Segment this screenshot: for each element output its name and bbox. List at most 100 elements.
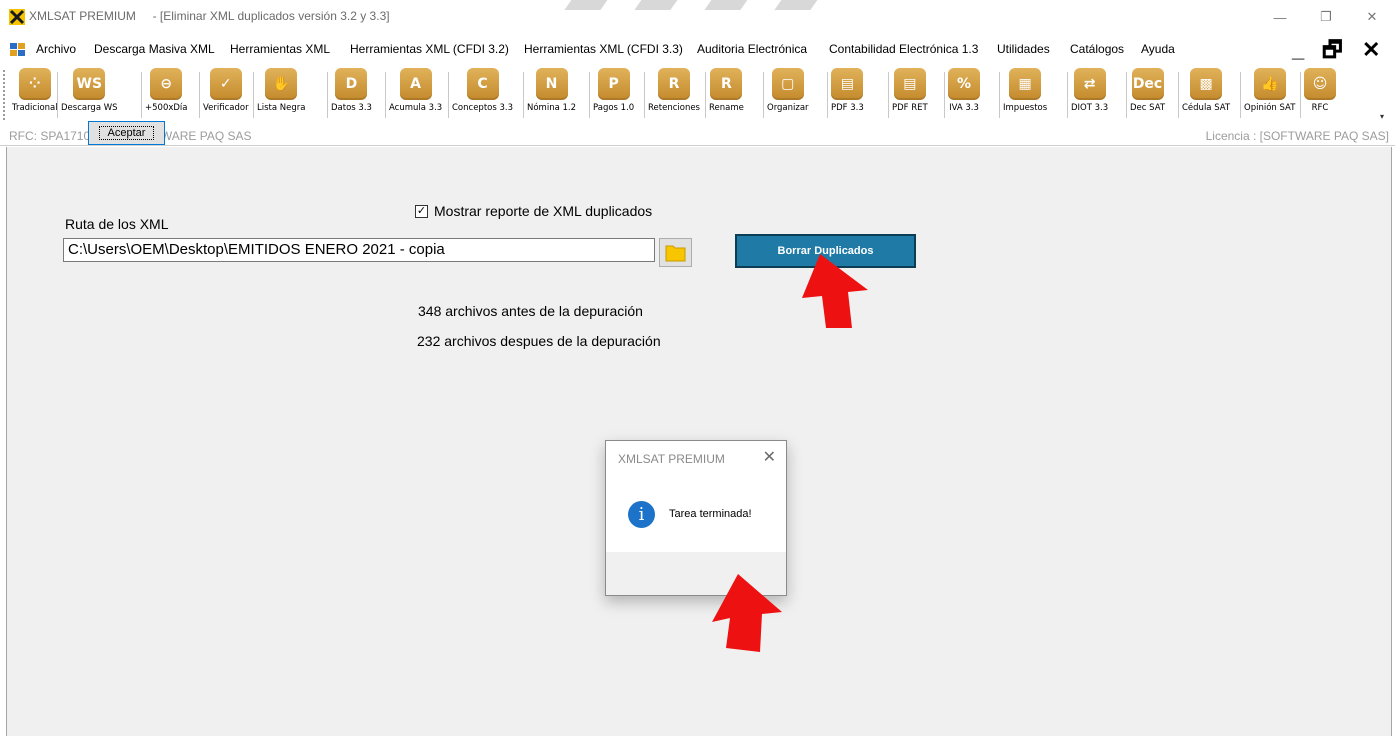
toolbar-separator [523, 72, 524, 118]
toolbar-button-lista-negra[interactable]: ✋ Lista Negra [257, 68, 305, 122]
toolbar-separator [1126, 72, 1127, 118]
toolbar-button-iva-3-3[interactable]: % IVA 3.3 [948, 68, 980, 122]
toolbar-button-label: Retenciones [648, 103, 700, 113]
toggle-icon: ⊖ [150, 68, 183, 100]
toolbar-separator [448, 72, 449, 118]
license-text: Licencia : [SOFTWARE PAQ SAS] [1205, 129, 1389, 143]
check-icon: ✓ [209, 68, 242, 100]
menu-catalogos[interactable]: Catálogos [1070, 42, 1124, 56]
dialog-ok-button[interactable]: Aceptar [88, 121, 165, 145]
toolbar-separator [141, 72, 142, 118]
toolbar-button-dec-sat[interactable]: Dec Dec SAT [1130, 68, 1165, 122]
toolbar-button-acumula-3-3[interactable]: A Acumula 3.3 [389, 68, 442, 122]
retenciones-icon: R [657, 68, 690, 100]
toolbar-overflow-icon[interactable]: ▾ [1380, 112, 1384, 121]
info-icon: i [628, 501, 655, 528]
toolbar-button-label: Acumula 3.3 [389, 103, 443, 113]
report-checkbox-label[interactable]: Mostrar reporte de XML duplicados [434, 203, 652, 219]
toolbar-separator [763, 72, 764, 118]
toolbar-button-organizar[interactable]: ▢ Organizar [767, 68, 809, 122]
thumbs-up-icon: 👍 [1253, 68, 1286, 100]
handshake-icon: ⇄ [1073, 68, 1106, 100]
toolbar-button-label: +500xDía [145, 103, 188, 113]
menu-archivo[interactable]: Archivo [36, 42, 76, 56]
toolbar-button-label: Organizar [767, 103, 809, 113]
nomina-icon: N [535, 68, 568, 100]
pdf-icon: ▤ [831, 68, 864, 100]
toolbar-button-label: DIOT 3.3 [1071, 103, 1109, 113]
menu-contabilidad[interactable]: Contabilidad Electrónica 1.3 [829, 42, 978, 56]
toolbar-button-datos-3-3[interactable]: D Datos 3.3 [331, 68, 372, 122]
path-label: Ruta de los XML [65, 216, 169, 232]
toolbar-button-label: Rename [709, 103, 744, 113]
mdi-window-icon[interactable] [10, 43, 25, 56]
toolbar-separator [944, 72, 945, 118]
toolbar-separator [57, 72, 58, 118]
dialog-close-icon[interactable]: ✕ [763, 447, 776, 467]
browse-folder-button[interactable] [659, 238, 692, 267]
grid-icon: ⁘ [18, 68, 51, 100]
toolbar-button-tradicional[interactable]: ⁘ Tradicional [12, 68, 58, 122]
percent-icon: % [948, 68, 980, 100]
toolbar-separator [1300, 72, 1301, 118]
toolbar-separator [199, 72, 200, 118]
menu-descarga-masiva[interactable]: Descarga Masiva XML [94, 42, 215, 56]
annotation-arrow-icon [712, 574, 782, 652]
mdi-minimize-button[interactable]: _ [1292, 36, 1304, 64]
path-input[interactable]: C:\Users\OEM\Desktop\EMITIDOS ENERO 2021… [63, 238, 655, 262]
menu-herramientas-xml[interactable]: Herramientas XML [230, 42, 330, 56]
rfc-icon: ☺ [1304, 68, 1336, 100]
toolbar-button-opinión-sat[interactable]: 👍 Opinión SAT [1244, 68, 1295, 122]
menu-herramientas-cfdi33[interactable]: Herramientas XML (CFDI 3.3) [524, 42, 683, 56]
toolbar-button-cédula-sat[interactable]: ▩ Cédula SAT [1182, 68, 1230, 122]
menu-ayuda[interactable]: Ayuda [1141, 42, 1175, 56]
mdi-restore-button[interactable]: 🗗 [1322, 36, 1343, 64]
toolbar-button-label: IVA 3.3 [949, 103, 979, 113]
toolbar-button-retenciones[interactable]: R Retenciones [648, 68, 700, 122]
toolbar-button-nómina-1-2[interactable]: N Nómina 1.2 [527, 68, 576, 122]
toolbar-button-pagos-1-0[interactable]: P Pagos 1.0 [593, 68, 634, 122]
toolbar-separator [1240, 72, 1241, 118]
toolbar-button-label: PDF 3.3 [831, 103, 864, 113]
mdi-close-button[interactable]: ✕ [1362, 36, 1380, 64]
minimize-button[interactable]: — [1257, 0, 1303, 34]
toolbar-button-verificador[interactable]: ✓ Verificador [203, 68, 249, 122]
toolbar-grip[interactable] [3, 70, 6, 120]
toolbar-button-label: Impuestos [1003, 103, 1048, 113]
toolbar-button-pdf-ret[interactable]: ▤ PDF RET [892, 68, 928, 122]
dialog-message: Tarea terminada! [669, 508, 752, 520]
toolbar-button-label: Descarga WS [61, 103, 118, 113]
toolbar-button-descarga-ws[interactable]: WS Descarga WS [61, 68, 118, 122]
toolbar-separator [253, 72, 254, 118]
toolbar-button-conceptos-3-3[interactable]: C Conceptos 3.3 [452, 68, 513, 122]
decorative-stripes [560, 0, 830, 10]
toolbar-button-label: PDF RET [892, 103, 928, 113]
menu-herramientas-cfdi32[interactable]: Herramientas XML (CFDI 3.2) [350, 42, 509, 56]
toolbar-button--500xdía[interactable]: ⊖ +500xDía [145, 68, 188, 122]
close-button[interactable]: ✕ [1349, 0, 1395, 34]
restore-button[interactable]: ❐ [1303, 0, 1349, 34]
toolbar-button-label: Lista Negra [257, 103, 306, 113]
toolbar-button-diot-3-3[interactable]: ⇄ DIOT 3.3 [1071, 68, 1108, 122]
toolbar-button-rfc[interactable]: ☺ RFC [1304, 68, 1336, 122]
hand-icon: ✋ [265, 68, 298, 100]
toolbar-button-pdf-3-3[interactable]: ▤ PDF 3.3 [831, 68, 864, 122]
toolbar-button-rename[interactable]: R Rename [709, 68, 744, 122]
ws-icon: WS [73, 68, 106, 100]
folder-icon [665, 245, 686, 262]
toolbar-separator [385, 72, 386, 118]
toolbar-button-label: RFC [1311, 103, 1329, 113]
rename-icon: R [710, 68, 743, 100]
files-after-text: 232 archivos despues de la depuración [417, 333, 661, 349]
toolbar-button-label: Datos 3.3 [331, 103, 372, 113]
annotation-arrow-icon [802, 254, 868, 328]
toolbar-separator [589, 72, 590, 118]
toolbar-separator [1067, 72, 1068, 118]
report-checkbox[interactable]: ✓ [415, 205, 428, 218]
menu-utilidades[interactable]: Utilidades [997, 42, 1050, 56]
menu-auditoria[interactable]: Auditoria Electrónica [697, 42, 807, 56]
toolbar-button-impuestos[interactable]: ▦ Impuestos [1003, 68, 1047, 122]
dialog-title: XMLSAT PREMIUM [618, 452, 725, 466]
app-logo-icon [9, 9, 25, 25]
toolbar-separator [644, 72, 645, 118]
